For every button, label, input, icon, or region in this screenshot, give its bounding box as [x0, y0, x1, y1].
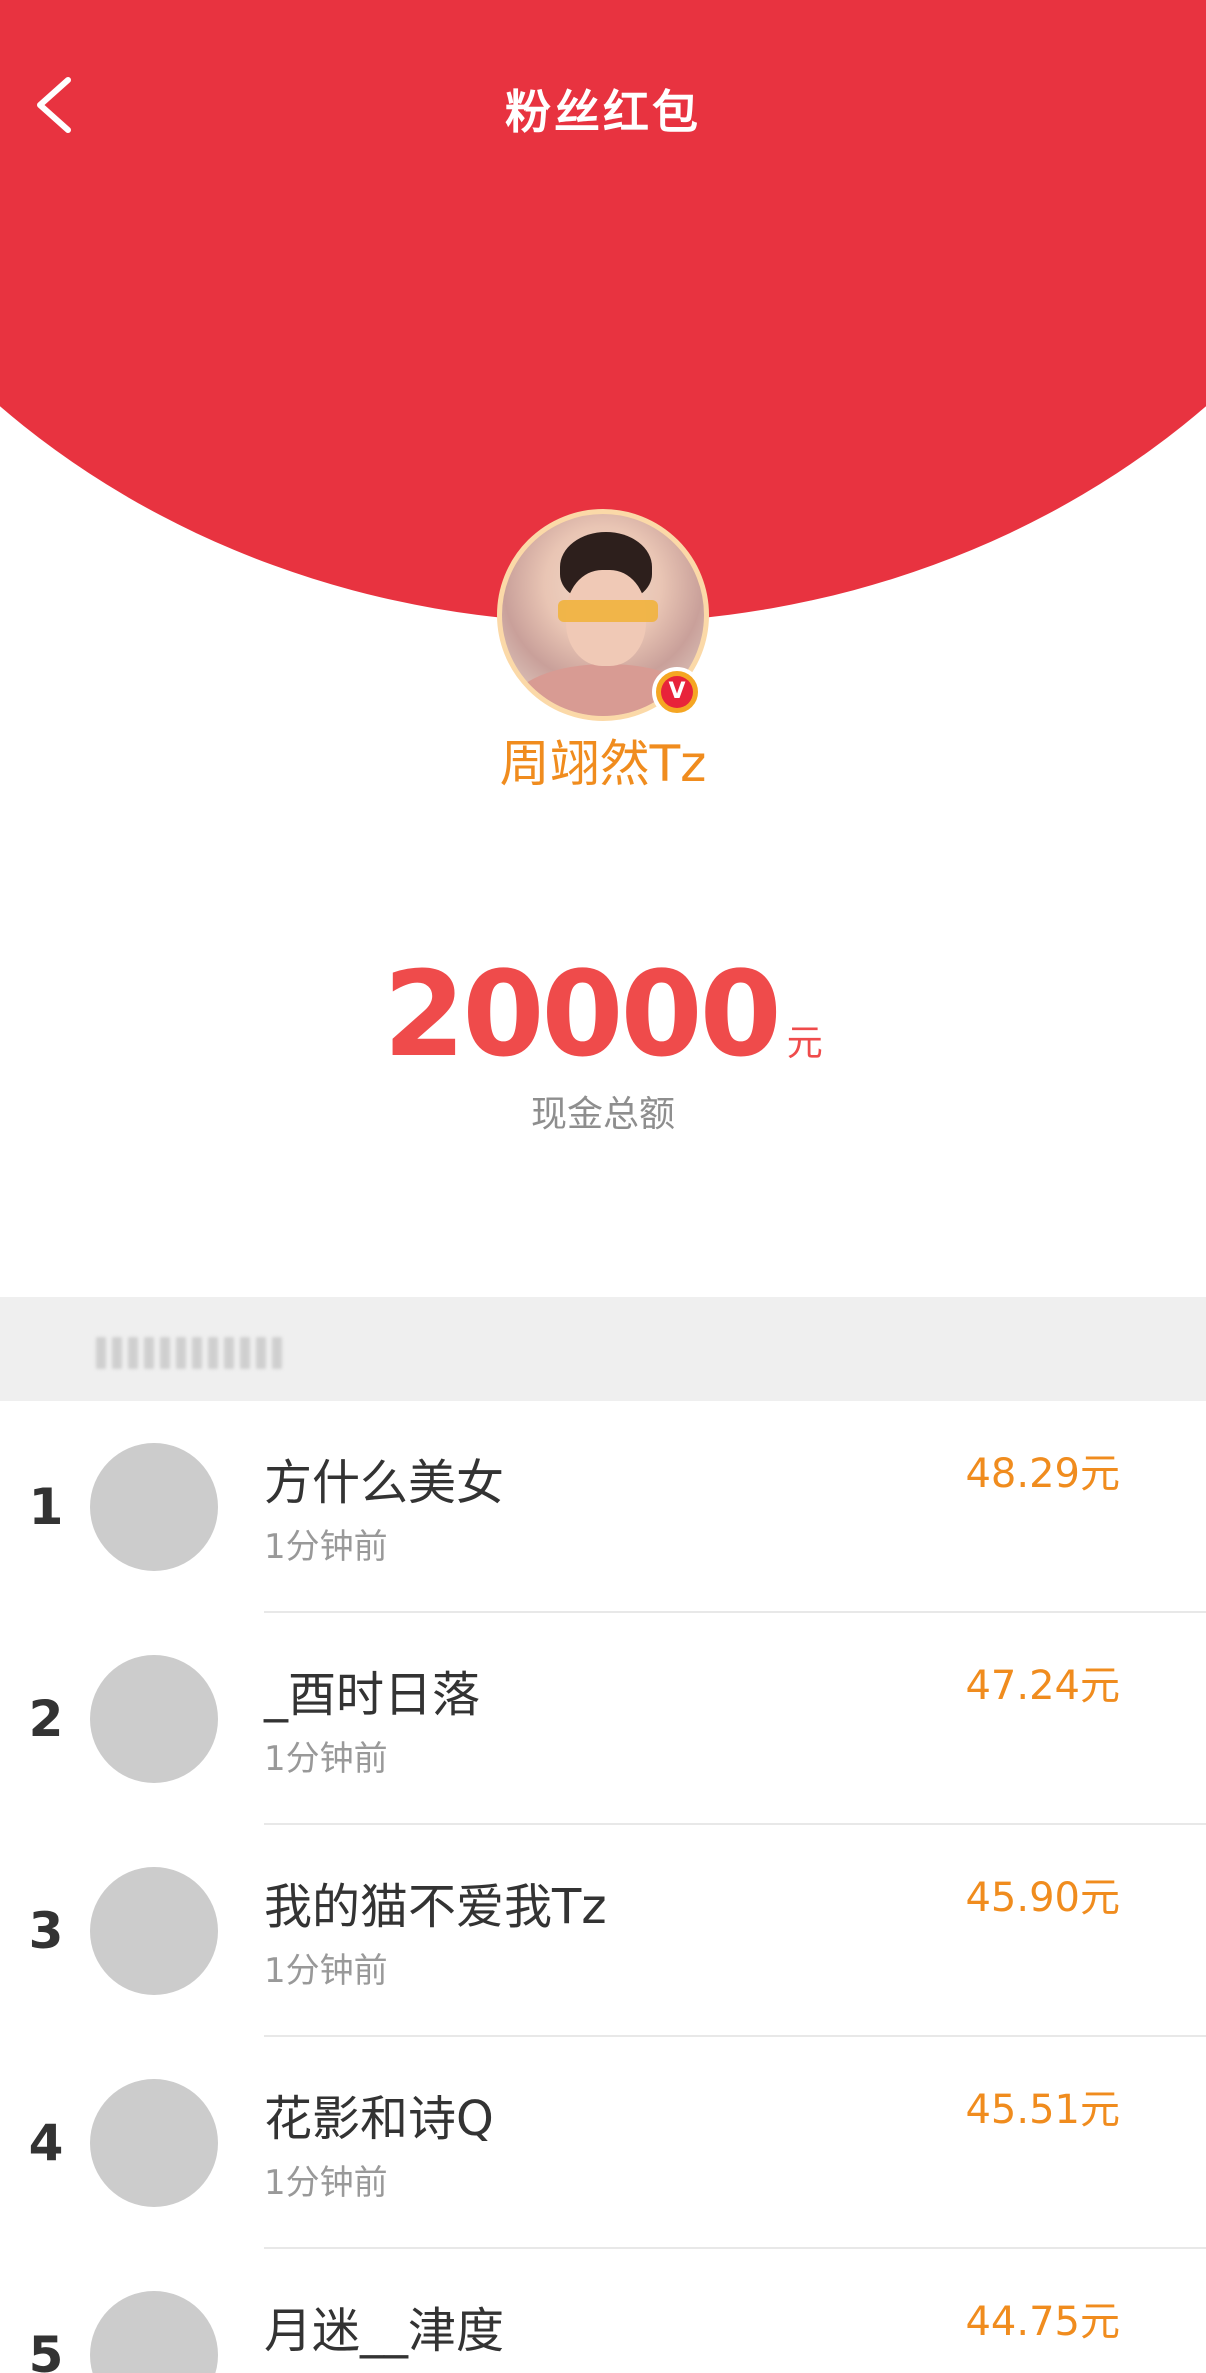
verified-badge-label: V: [661, 676, 693, 708]
verified-badge-icon: V: [652, 667, 702, 717]
recipient-name: 月迷__津度: [264, 2303, 505, 2359]
receive-time: 1分钟前: [264, 1951, 388, 1991]
receive-time: 1分钟前: [264, 1739, 388, 1779]
rank-number: 2: [28, 1690, 64, 1748]
page-title: 粉丝红包: [505, 85, 701, 139]
header-red-top: [0, 0, 1206, 330]
total-amount-row: 20000 元: [0, 955, 1206, 1073]
list-item[interactable]: 3 我的猫不爱我Tz 1分钟前 45.90元: [0, 1825, 1206, 2037]
section-header: [0, 1297, 1206, 1401]
avatar[interactable]: [90, 1655, 218, 1783]
rank-number: 4: [28, 2114, 64, 2172]
rank-number: 3: [28, 1902, 64, 1960]
rank-number: 1: [28, 1478, 64, 1536]
blurred-section-text: [96, 1337, 282, 1369]
avatar[interactable]: [90, 1443, 218, 1571]
avatar[interactable]: [90, 2291, 218, 2373]
received-amount: 45.51元: [965, 2087, 1120, 2133]
total-amount-unit: 元: [786, 1023, 823, 1064]
total-amount-label: 现金总额: [530, 1094, 675, 1135]
list-item[interactable]: 4 花影和诗Q 1分钟前 45.51元: [0, 2037, 1206, 2249]
list-item[interactable]: 5 月迷__津度 44.75元: [0, 2249, 1206, 2373]
avatar[interactable]: [90, 2079, 218, 2207]
rank-number: 5: [28, 2326, 64, 2373]
received-amount: 45.90元: [965, 1875, 1120, 1921]
recipient-name: _酉时日落: [264, 1667, 481, 1723]
received-amount: 44.75元: [965, 2299, 1120, 2345]
avatar[interactable]: [90, 1867, 218, 1995]
list-item[interactable]: 2 _酉时日落 1分钟前 47.24元: [0, 1613, 1206, 1825]
recipient-list: 1 方什么美女 1分钟前 48.29元 2 _酉时日落 1分钟前 47.24元 …: [0, 1401, 1206, 2373]
recipient-name: 我的猫不爱我Tz: [264, 1879, 607, 1935]
list-item[interactable]: 1 方什么美女 1分钟前 48.29元: [0, 1401, 1206, 1613]
recipient-name: 方什么美女: [264, 1455, 505, 1511]
received-amount: 47.24元: [965, 1663, 1120, 1709]
receive-time: 1分钟前: [264, 2163, 388, 2203]
received-amount: 48.29元: [965, 1451, 1120, 1497]
receive-time: 1分钟前: [264, 1527, 388, 1567]
sender-name[interactable]: 周翊然Tz: [0, 724, 1206, 796]
recipient-name: 花影和诗Q: [264, 2091, 494, 2147]
total-amount: 20000: [383, 945, 782, 1083]
